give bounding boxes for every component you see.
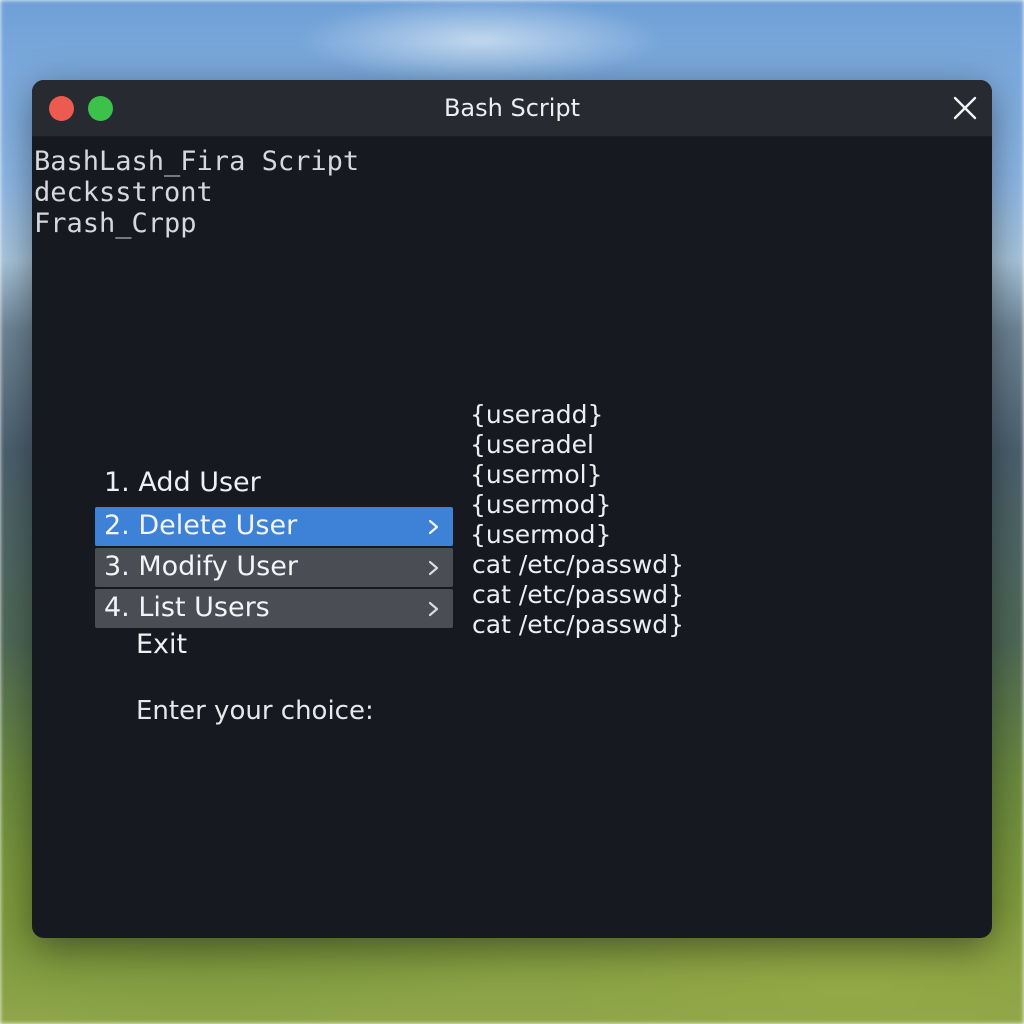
- menu-item-label: 3. Modify User: [104, 551, 298, 582]
- menu-item-label: 2. Delete User: [104, 510, 298, 541]
- command-line: cat /etc/passwd}: [472, 580, 685, 609]
- terminal-content[interactable]: BashLash_Fira Script decksstront Frash_C…: [32, 136, 992, 938]
- menu-item-exit[interactable]: Exit: [136, 629, 187, 660]
- close-icon[interactable]: [952, 95, 978, 121]
- chevron-right-icon: [428, 601, 439, 617]
- header-line: decksstront: [34, 177, 213, 208]
- command-line: {useradel: [470, 430, 594, 459]
- input-prompt[interactable]: Enter your choice:: [136, 696, 374, 726]
- command-line: {usermod}: [470, 490, 612, 519]
- chevron-right-icon: [428, 560, 439, 576]
- menu-item-add-user[interactable]: 1. Add User: [104, 467, 261, 498]
- command-line: {usermol}: [470, 460, 603, 489]
- title-bar: Bash Script: [32, 80, 992, 137]
- window-title: Bash Script: [443, 94, 581, 122]
- menu-item-modify-user[interactable]: 3. Modify User: [95, 548, 453, 587]
- menu-item-list-users[interactable]: 4. List Users: [95, 589, 453, 628]
- terminal-window: Bash Script BashLash_Fira Script decksst…: [32, 80, 992, 938]
- command-line: {usermod}: [470, 520, 612, 549]
- command-line: cat /etc/passwd}: [472, 610, 685, 639]
- chevron-right-icon: [428, 519, 439, 535]
- header-line: BashLash_Fira Script: [34, 146, 360, 177]
- menu-item-delete-user[interactable]: 2. Delete User: [95, 507, 453, 546]
- command-line: {useradd}: [470, 400, 604, 429]
- header-line: Frash_Crpp: [34, 208, 197, 239]
- command-line: cat /etc/passwd}: [472, 550, 685, 579]
- menu-item-label: 4. List Users: [104, 592, 270, 623]
